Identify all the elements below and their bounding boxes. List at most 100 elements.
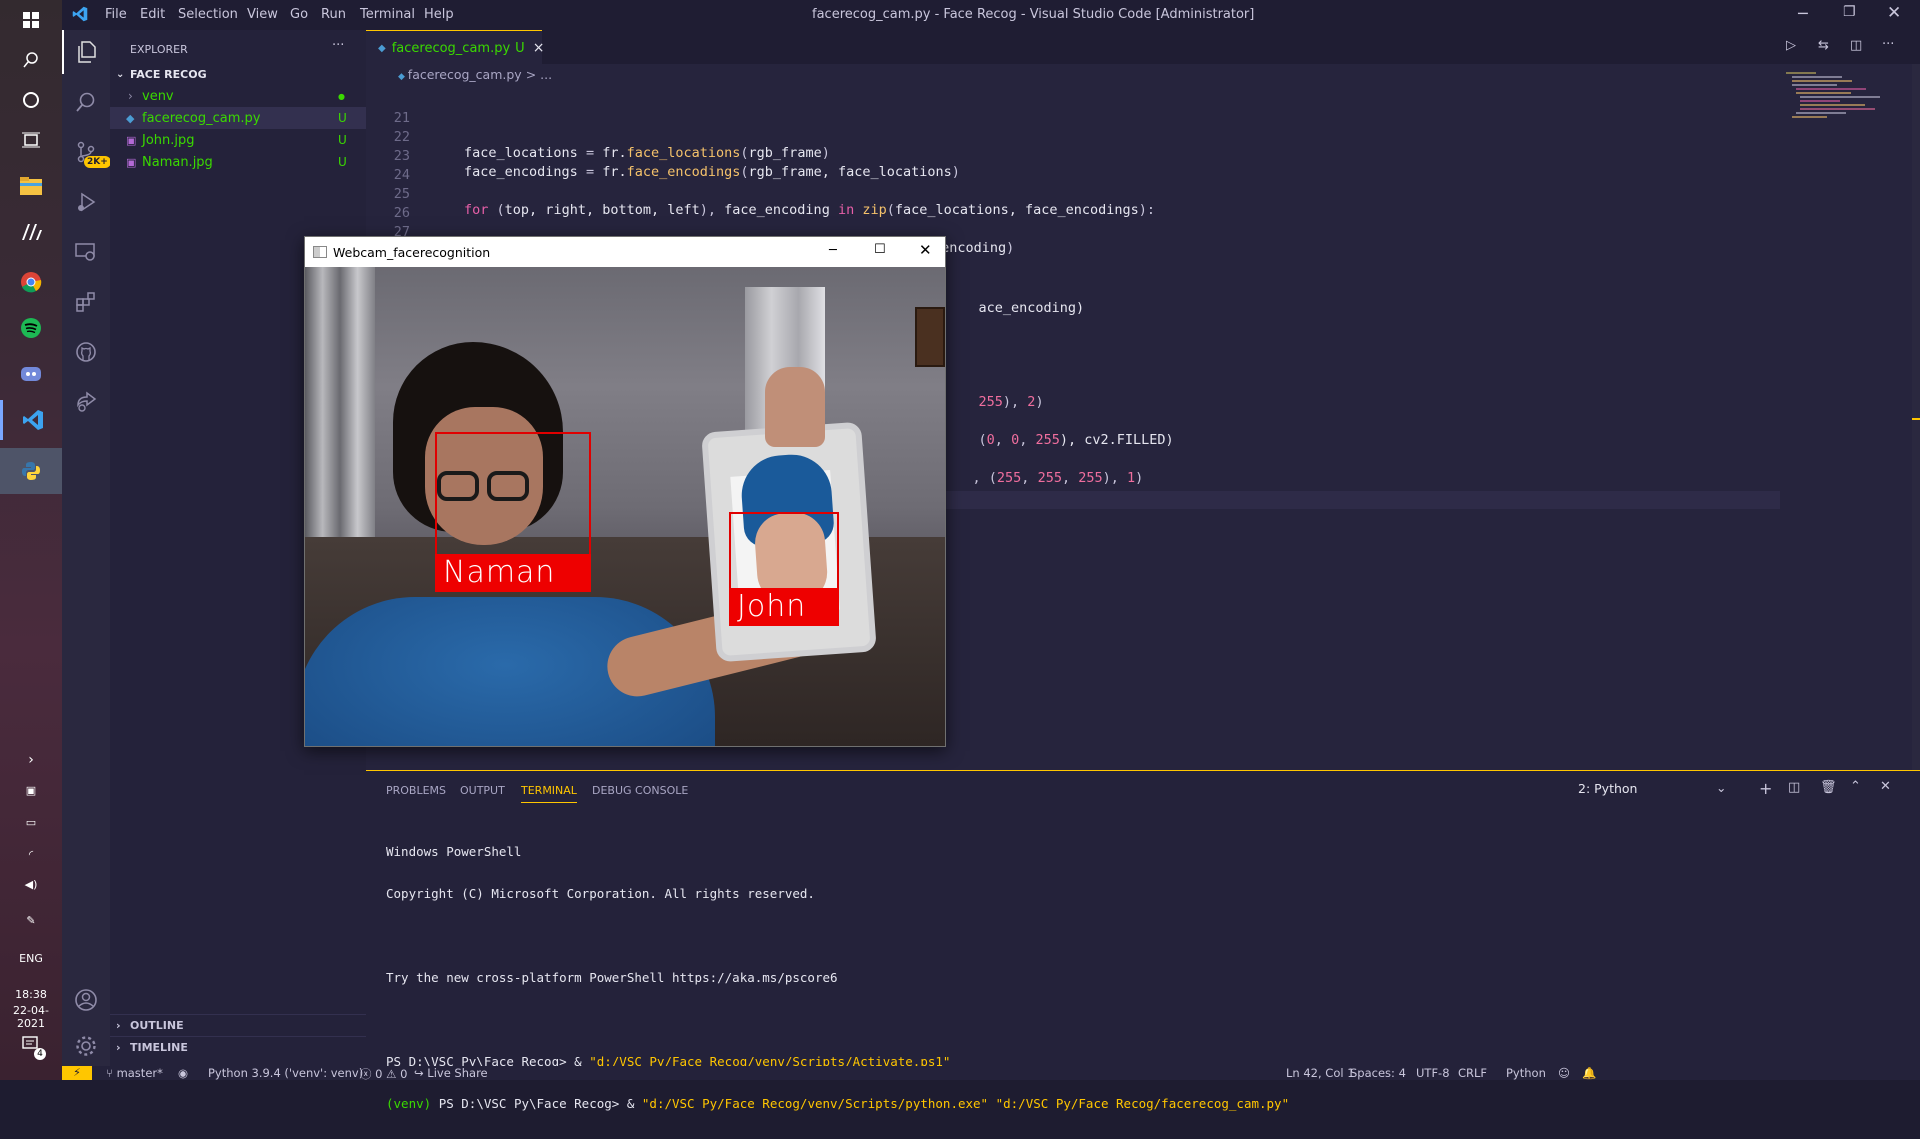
tree-item-label: facerecog_cam.py (142, 110, 261, 126)
menu-run[interactable]: Run (321, 7, 346, 22)
pen-icon[interactable]: ✎ (0, 914, 62, 927)
code-text: ) (1135, 470, 1144, 486)
timeline-section[interactable]: › TIMELINE (110, 1036, 366, 1058)
windows-start-icon[interactable] (11, 0, 51, 40)
task-view-icon[interactable] (11, 120, 51, 160)
run-debug-icon[interactable] (62, 180, 110, 224)
clock-date[interactable]: 22-04-2021 (0, 1004, 62, 1030)
close-panel-icon[interactable]: ✕ (1880, 779, 1891, 794)
branch-indicator[interactable]: ⑂ master* (106, 1066, 163, 1080)
tree-item-venv[interactable]: › venv ● (110, 85, 366, 107)
close-icon[interactable]: ✕ (919, 241, 932, 259)
explorer-icon[interactable] (62, 30, 110, 74)
code-number: 255 (1037, 470, 1062, 486)
tree-item-naman[interactable]: ▣ Naman.jpg U (110, 151, 366, 173)
face-label-naman: Naman (435, 554, 591, 592)
restore-icon[interactable]: ❐ (1843, 4, 1856, 20)
code-number: 255 (978, 394, 1003, 410)
new-terminal-icon[interactable]: + (1759, 779, 1772, 798)
source-control-icon[interactable]: 2K+ (62, 130, 111, 174)
notification-count: 4 (34, 1048, 46, 1060)
split-terminal-icon[interactable]: ◫ (1788, 780, 1800, 795)
live-share-icon[interactable] (62, 380, 110, 424)
settings-gear-icon[interactable] (62, 1024, 110, 1068)
breadcrumb-file[interactable]: facerecog_cam.py (408, 67, 522, 82)
split-editor-icon[interactable]: ◫ (1850, 38, 1862, 53)
warning-icon: ⚠ (386, 1067, 397, 1081)
wifi-icon[interactable]: ◜ (0, 848, 62, 861)
github-icon[interactable] (62, 330, 110, 374)
minimize-icon[interactable]: ─ (1798, 4, 1808, 23)
kill-terminal-icon[interactable]: 🗑 (1820, 780, 1837, 795)
notifications-bell-icon[interactable]: 🔔 (1582, 1066, 1596, 1080)
webcam-titlebar[interactable]: Webcam_facerecognition ─ ☐ ✕ (305, 237, 945, 267)
more-actions-icon[interactable]: ··· (1882, 37, 1894, 52)
search-icon[interactable] (62, 80, 110, 124)
battery-icon[interactable]: ▭ (0, 816, 62, 829)
explorer-more-icon[interactable]: ··· (332, 38, 344, 53)
menu-terminal[interactable]: Terminal (360, 7, 415, 22)
cortana-icon[interactable] (11, 80, 51, 120)
terminal-output[interactable]: Windows PowerShell Copyright (C) Microso… (386, 817, 1289, 1139)
tab-output[interactable]: OUTPUT (460, 784, 505, 797)
volume-icon[interactable]: ◀) (0, 878, 62, 891)
run-file-icon[interactable]: ▷ (1786, 38, 1796, 53)
language-indicator[interactable]: ENG (0, 952, 62, 965)
breadcrumb-rest[interactable]: > ... (526, 67, 552, 82)
extensions-icon[interactable] (62, 280, 110, 324)
folder-header[interactable]: ⌄ FACE RECOG (110, 63, 366, 85)
code-fragment: (0, 0, 255), cv2.FILLED) (978, 432, 1174, 448)
close-icon[interactable]: ✕ (1887, 3, 1901, 23)
tree-item-john[interactable]: ▣ John.jpg U (110, 129, 366, 151)
remote-indicator-icon[interactable]: ⚡ (62, 1066, 92, 1080)
menu-file[interactable]: File (105, 7, 127, 22)
notifications-icon[interactable]: 4 (0, 1036, 62, 1060)
minimap[interactable] (1786, 70, 1896, 190)
menu-help[interactable]: Help (424, 7, 454, 22)
python-taskbar-icon[interactable] (0, 448, 62, 494)
remote-explorer-icon[interactable] (62, 230, 110, 274)
language-mode[interactable]: Python (1506, 1066, 1546, 1080)
tab-close-icon[interactable]: × (533, 40, 545, 56)
outline-section[interactable]: › OUTLINE (110, 1014, 366, 1036)
tab-problems[interactable]: PROBLEMS (386, 784, 446, 797)
python-interpreter[interactable]: Python 3.9.4 ('venv': venv) (208, 1066, 363, 1080)
discord-icon[interactable] (11, 354, 51, 394)
line-ending[interactable]: CRLF (1458, 1066, 1487, 1080)
terminal-select[interactable]: 2: Python ⌄ (1578, 780, 1728, 801)
search-icon[interactable] (11, 40, 51, 80)
code-line-25: 25 for (top, right, bottom, left), face_… (366, 170, 1155, 218)
maximize-icon[interactable]: ☐ (874, 242, 886, 257)
editor-scrollbar[interactable] (1912, 64, 1920, 770)
webcam-window[interactable]: Webcam_facerecognition ─ ☐ ✕ Naman John (304, 236, 946, 747)
live-share-status[interactable]: ↪ Live Share (414, 1066, 488, 1080)
tab-terminal[interactable]: TERMINAL (521, 784, 577, 803)
metatrader-icon[interactable] (11, 212, 51, 252)
cursor-position[interactable]: Ln 42, Col 1 (1286, 1066, 1355, 1080)
clock-time[interactable]: 18:38 (0, 988, 62, 1001)
code-number: 1 (1127, 470, 1136, 486)
file-explorer-icon[interactable] (11, 166, 51, 206)
compare-changes-icon[interactable]: ⇆ (1818, 38, 1829, 53)
vscode-taskbar-icon[interactable] (0, 400, 62, 440)
sync-icon[interactable]: ◉ (178, 1066, 188, 1080)
feedback-icon[interactable]: ☺ (1558, 1066, 1570, 1080)
maximize-panel-icon[interactable]: ⌃ (1850, 779, 1861, 794)
device-icon[interactable]: ▣ (0, 784, 62, 797)
menu-go[interactable]: Go (290, 7, 308, 22)
tree-item-facerecog[interactable]: ◆ facerecog_cam.py U (110, 107, 366, 129)
encoding[interactable]: UTF-8 (1416, 1066, 1450, 1080)
menu-selection[interactable]: Selection (178, 7, 238, 22)
menu-edit[interactable]: Edit (140, 7, 165, 22)
minimize-icon[interactable]: ─ (829, 243, 837, 258)
tab-facerecog[interactable]: ◆ facerecog_cam.py U × (366, 30, 545, 65)
indentation[interactable]: Spaces: 4 (1350, 1066, 1406, 1080)
chevron-up-icon[interactable]: › (0, 752, 62, 768)
vscode-logo-icon[interactable] (72, 6, 88, 26)
accounts-icon[interactable] (62, 978, 110, 1022)
spotify-icon[interactable] (11, 308, 51, 348)
chrome-icon[interactable] (11, 262, 51, 302)
tab-debug-console[interactable]: DEBUG CONSOLE (592, 784, 688, 797)
menu-view[interactable]: View (247, 7, 278, 22)
